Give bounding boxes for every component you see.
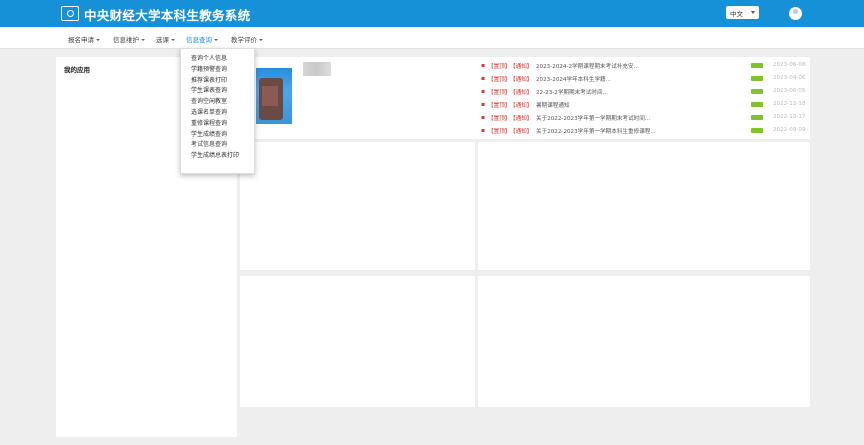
- notice-type-tag: 【通知】: [510, 90, 533, 96]
- dropdown-item-student-schedule[interactable]: 学生课表查询: [181, 86, 254, 97]
- content-panel: [478, 276, 810, 407]
- chevron-down-icon: [259, 39, 263, 41]
- dropdown-item-retake-courses[interactable]: 重修课程查询: [181, 119, 254, 130]
- menu-item-label: 报名申请: [68, 36, 94, 44]
- notice-title[interactable]: 暑期课程通知: [536, 101, 656, 109]
- dropdown-item-status-warning[interactable]: 学籍预警查询: [181, 65, 254, 76]
- notice-title[interactable]: 关于2022-2023学年第一学期本科生重修课程...: [536, 127, 656, 135]
- notice-row[interactable]: ▪ 【置顶】 【通知】 关于2022-2023学年第一学期期末考试时间... 2…: [481, 112, 811, 124]
- dropdown-item-print-recommended-schedule[interactable]: 推荐课表打印: [181, 76, 254, 87]
- new-badge-icon: [751, 115, 763, 120]
- info-query-dropdown: 查询个人信息 学籍预警查询 推荐课表打印 学生课表查询 查询空闲教室 选课名单查…: [180, 48, 255, 174]
- language-select-value: 中文: [730, 10, 743, 18]
- menu-item-signup[interactable]: 报名申请: [68, 34, 100, 44]
- bullet-icon: ▪: [481, 75, 486, 82]
- menu-item-info-maintenance[interactable]: 信息维护: [113, 34, 145, 44]
- content-panel: [240, 142, 475, 270]
- menu-item-label: 信息查询: [186, 36, 212, 44]
- bullet-icon: ▪: [481, 114, 486, 121]
- notice-title[interactable]: 22-23-2学期期末考试时间...: [536, 88, 656, 96]
- new-badge-icon: [751, 128, 763, 133]
- new-badge-icon: [751, 76, 763, 81]
- notice-title[interactable]: 2023-2024学年本科生学籍...: [536, 75, 656, 83]
- language-select[interactable]: 中文: [726, 6, 759, 19]
- notice-date: 2023-06-05: [773, 88, 806, 94]
- chevron-down-icon: [141, 39, 145, 41]
- menu-item-course-selection[interactable]: 选课: [156, 34, 175, 44]
- notice-type-tag: 【通知】: [510, 77, 533, 83]
- notice-type-tag: 【通知】: [510, 103, 533, 109]
- dropdown-item-student-grades[interactable]: 学生成绩查询: [181, 130, 254, 141]
- notice-row[interactable]: ▪ 【置顶】 【通知】 2023-2024学年本科生学籍... 2023-04-…: [481, 73, 811, 85]
- notice-pin-tag: 【置顶】: [488, 129, 511, 135]
- notice-row[interactable]: ▪ 【置顶】 【通知】 关于2022-2023学年第一学期本科生重修课程... …: [481, 125, 811, 137]
- notice-type-tag: 【通知】: [510, 64, 533, 70]
- notice-pin-tag: 【置顶】: [488, 116, 511, 122]
- bullet-icon: ▪: [481, 62, 486, 69]
- new-badge-icon: [751, 102, 763, 107]
- notice-date: 2022-12-18: [773, 101, 806, 107]
- content-panel: [478, 142, 810, 270]
- notice-title[interactable]: 2023-2024-2学期课程期末考试补充安...: [536, 62, 656, 70]
- content-panel: [240, 276, 475, 407]
- student-photo: [256, 68, 292, 124]
- dropdown-item-exam-info[interactable]: 考试信息查询: [181, 140, 254, 151]
- notice-row[interactable]: ▪ 【置顶】 【通知】 暑期课程通知 2022-12-18: [481, 99, 811, 111]
- notice-date: 2022-09-09: [773, 127, 806, 133]
- main-menu: 报名申请 信息维护 选课 信息查询 教学评价: [0, 27, 864, 49]
- bullet-icon: ▪: [481, 127, 486, 134]
- notice-pin-tag: 【置顶】: [488, 90, 511, 96]
- dropdown-item-enrollment-list[interactable]: 选课名单查询: [181, 108, 254, 119]
- notice-date: 2023-04-06: [773, 75, 806, 81]
- student-name-blurred: [303, 62, 331, 76]
- notice-pin-tag: 【置顶】: [488, 64, 511, 70]
- new-badge-icon: [751, 63, 763, 68]
- menu-item-label: 信息维护: [113, 36, 139, 44]
- chevron-down-icon: [96, 39, 100, 41]
- notice-pin-tag: 【置顶】: [488, 103, 511, 109]
- chevron-down-icon: [214, 39, 218, 41]
- my-apps-title: 我的应用: [64, 66, 90, 74]
- app-title: 中央财经大学本科生教务系统: [84, 8, 251, 23]
- menu-item-info-query[interactable]: 信息查询: [186, 34, 218, 44]
- menu-item-teaching-evaluation[interactable]: 教学评价: [231, 34, 263, 44]
- notice-date: 2022-10-17: [773, 114, 806, 120]
- bullet-icon: ▪: [481, 101, 486, 108]
- dropdown-item-free-classroom[interactable]: 查询空闲教室: [181, 97, 254, 108]
- chevron-down-icon: [751, 11, 755, 14]
- notice-type-tag: 【通知】: [510, 129, 533, 135]
- logo-icon: [61, 6, 79, 21]
- menu-item-label: 教学评价: [231, 36, 257, 44]
- notice-type-tag: 【通知】: [510, 116, 533, 122]
- bullet-icon: ▪: [481, 88, 486, 95]
- dropdown-item-print-transcript[interactable]: 学生成绩总表打印: [181, 151, 254, 162]
- notice-date: 2023-06-08: [773, 62, 806, 68]
- notice-row[interactable]: ▪ 【置顶】 【通知】 22-23-2学期期末考试时间... 2023-06-0…: [481, 86, 811, 98]
- notice-title[interactable]: 关于2022-2023学年第一学期期末考试时间...: [536, 114, 656, 122]
- chevron-down-icon: [171, 39, 175, 41]
- new-badge-icon: [751, 89, 763, 94]
- menu-item-label: 选课: [156, 36, 169, 44]
- user-avatar-icon[interactable]: [789, 7, 802, 20]
- notice-row[interactable]: ▪ 【置顶】 【通知】 2023-2024-2学期课程期末考试补充安... 20…: [481, 60, 811, 72]
- dropdown-item-personal-info[interactable]: 查询个人信息: [181, 54, 254, 65]
- top-bar: 中央财经大学本科生教务系统 中文: [0, 0, 864, 27]
- notice-pin-tag: 【置顶】: [488, 77, 511, 83]
